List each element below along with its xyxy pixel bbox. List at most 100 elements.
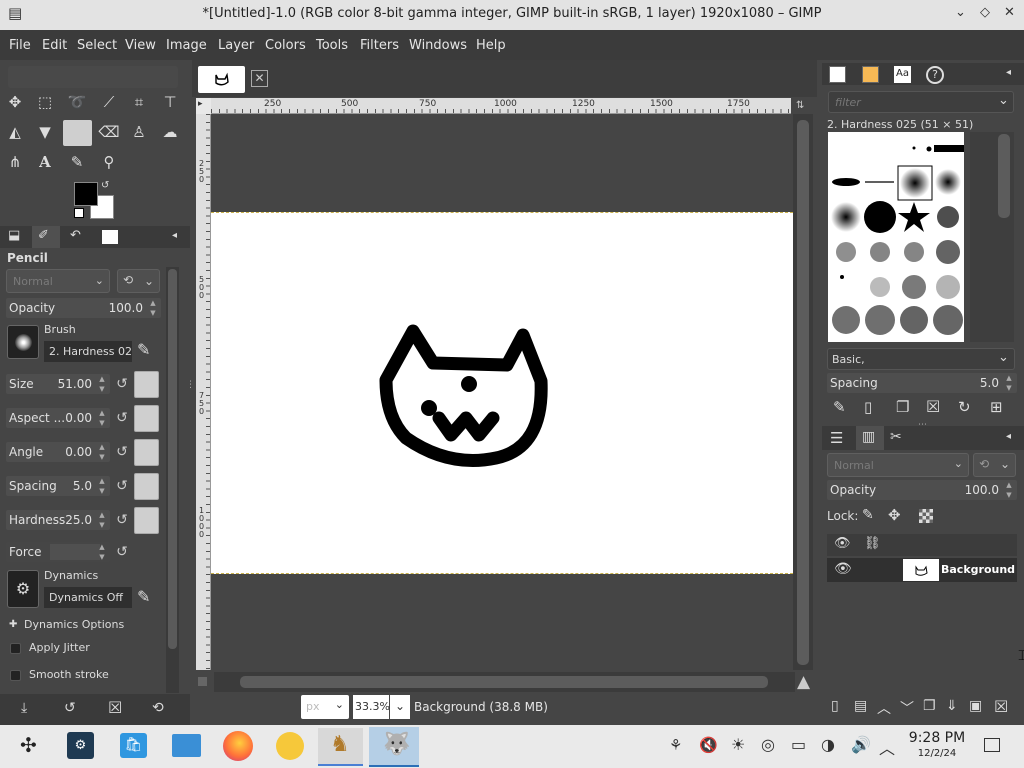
reset-icon[interactable]: ↺ — [113, 375, 131, 393]
menu-colors[interactable]: Colors — [265, 38, 306, 53]
close-icon[interactable]: ✕ — [1004, 5, 1015, 20]
lock-pixels-icon[interactable]: ✎ — [862, 507, 874, 523]
lower-layer-icon[interactable]: ﹀ — [900, 698, 914, 718]
move-tool-icon[interactable]: ✥ — [4, 91, 26, 113]
text-tool-icon[interactable]: A — [34, 151, 56, 173]
brush-grid[interactable] — [828, 132, 964, 342]
battery-icon[interactable]: ◑ — [821, 735, 835, 754]
reset-options-icon[interactable]: ⟲ — [152, 700, 164, 716]
reset-icon[interactable]: ↺ — [113, 543, 131, 561]
delete-options-icon[interactable]: ☒ — [108, 698, 122, 717]
volume-icon[interactable]: 🔊 — [851, 735, 871, 754]
paths-icon[interactable]: ⋔ — [4, 151, 26, 173]
image-tab[interactable] — [198, 66, 245, 93]
menu-image[interactable]: Image — [166, 38, 207, 53]
aspect-slider[interactable]: Aspect ... 0.00 ▲ ▼ — [6, 408, 110, 428]
crop-icon[interactable]: ⌗ — [128, 91, 150, 113]
dynamics-field[interactable]: Dynamics Off — [44, 587, 132, 608]
spin-arrows-icon[interactable]: ▲ ▼ — [147, 298, 159, 318]
duplicate-layer-icon[interactable]: ❐ — [923, 698, 936, 714]
brush-spacing-slider[interactable]: Spacing 5.0 ▲ ▼ — [827, 373, 1017, 393]
duplicate-brush-icon[interactable]: ❐ — [896, 398, 909, 416]
default-colors-icon[interactable] — [74, 208, 84, 218]
layer-mode-select[interactable]: Normal ⌄ — [827, 453, 969, 477]
angle-link-button[interactable] — [134, 439, 159, 466]
warp-icon[interactable]: ◭ — [4, 121, 26, 143]
lock-position-icon[interactable]: ✥ — [888, 506, 901, 524]
lasso-icon[interactable]: ➰ — [66, 91, 88, 113]
brush-tag-input[interactable]: Basic, — [827, 348, 1015, 370]
kde-connect-icon[interactable]: ⚘ — [669, 736, 682, 754]
size-link-button[interactable] — [134, 371, 159, 398]
maximize-icon[interactable]: ◇ — [980, 5, 990, 20]
spin-arrows-icon[interactable]: ▲ ▼ — [96, 442, 108, 462]
dock-menu-icon[interactable]: ◂ — [1006, 431, 1011, 442]
tool-options-scrollbar[interactable] — [166, 267, 179, 693]
help-tab-icon[interactable]: ? — [926, 66, 944, 84]
delete-brush-icon[interactable]: ☒ — [926, 397, 940, 416]
expander-plus-icon[interactable]: ✚ — [9, 619, 17, 630]
save-options-icon[interactable]: ⤓ — [21, 700, 27, 716]
taskbar-running-app[interactable]: ♞ — [318, 728, 363, 766]
menu-edit[interactable]: Edit — [42, 38, 67, 53]
lock-alpha-icon[interactable] — [919, 509, 933, 523]
dock-menu-icon[interactable]: ◂ — [172, 230, 177, 241]
new-brush-icon[interactable]: ▯ — [864, 398, 872, 416]
spacing-link-button[interactable] — [134, 473, 159, 500]
show-desktop-icon[interactable] — [984, 738, 1000, 752]
chevron-down-icon[interactable]: ⌄ — [998, 93, 1009, 108]
mute-icon[interactable]: 🔇 — [699, 736, 718, 754]
paint-mode-select[interactable]: ⟲ ⌄ — [117, 269, 160, 293]
reset-icon[interactable]: ↺ — [113, 409, 131, 427]
layer-visibility-eye-icon[interactable]: 👁 — [834, 561, 852, 577]
spin-arrows-icon[interactable]: ▲ ▼ — [1003, 373, 1015, 393]
swap-colors-icon[interactable]: ↺ — [101, 180, 109, 191]
brush-name-field[interactable]: 2. Hardness 025 — [44, 341, 132, 362]
layer-name[interactable]: Background — [941, 563, 1015, 576]
brush-preview[interactable] — [7, 325, 39, 359]
clock-time[interactable]: 9:28 PM — [902, 730, 972, 746]
vertical-ruler[interactable]: 250 500 750 1000 — [196, 114, 211, 670]
ruler-corner[interactable]: ▸ — [196, 98, 211, 114]
rect-select-icon[interactable]: ⬚ — [34, 91, 56, 113]
spin-arrows-icon[interactable]: ▲ ▼ — [1003, 480, 1015, 500]
edit-dynamics-icon[interactable]: ✎ — [137, 587, 150, 606]
restore-options-icon[interactable]: ↺ — [64, 700, 76, 716]
layer-opacity-slider[interactable]: Opacity 100.0 ▲ ▼ — [827, 480, 1017, 500]
reset-icon[interactable]: ↺ — [113, 477, 131, 495]
clone-icon[interactable]: ♙ — [128, 121, 150, 143]
delete-layer-icon[interactable]: ☒ — [994, 697, 1008, 716]
gimp-taskbar-icon[interactable]: 🐺 — [369, 727, 419, 767]
reset-icon[interactable]: ↺ — [113, 511, 131, 529]
display-icon[interactable]: ▭ — [791, 735, 806, 754]
apply-jitter-checkbox[interactable] — [10, 643, 21, 654]
images-tab-icon[interactable] — [102, 230, 118, 244]
firefox-app-icon[interactable] — [223, 731, 253, 761]
brush-filter-input[interactable]: filter — [828, 91, 1014, 113]
menu-view[interactable]: View — [125, 38, 156, 53]
tray-expand-icon[interactable]: ︿ — [879, 735, 895, 759]
close-tab-icon[interactable]: ✕ — [251, 70, 268, 87]
menu-file[interactable]: File — [9, 38, 31, 53]
raise-layer-icon[interactable]: ︿ — [877, 698, 891, 718]
zoom-dropdown-chevron-icon[interactable]: ⌄ — [390, 695, 410, 719]
dock-menu-icon[interactable]: ◂ — [1006, 67, 1011, 78]
dynamics-options-expander[interactable]: Dynamics Options — [24, 618, 124, 631]
fuzzy-select-icon[interactable]: ⟋ — [98, 91, 120, 113]
hardness-link-button[interactable] — [134, 507, 159, 534]
layers-tab-icon[interactable]: ☰ — [830, 429, 843, 447]
color-picker-icon[interactable]: ✎ — [66, 151, 88, 173]
foreground-color-swatch[interactable] — [74, 182, 98, 206]
brush-grid-scrollbar[interactable] — [970, 132, 1014, 342]
spin-arrows-icon[interactable]: ▲ ▼ — [96, 408, 108, 428]
network-icon[interactable]: ◎ — [761, 735, 775, 754]
reset-icon[interactable]: ↺ — [113, 443, 131, 461]
eraser-icon[interactable]: ⌫ — [98, 121, 120, 143]
navigation-icon[interactable]: ▲ — [797, 672, 810, 692]
zoom-field[interactable]: 33.3% — [353, 695, 390, 719]
files-app-icon[interactable] — [172, 734, 201, 757]
transform-icon[interactable]: ⊤ — [159, 91, 181, 113]
zoom-icon[interactable]: ⚲ — [98, 151, 120, 173]
menu-filters[interactable]: Filters — [360, 38, 399, 53]
quick-mask-toggle[interactable] — [198, 677, 207, 686]
